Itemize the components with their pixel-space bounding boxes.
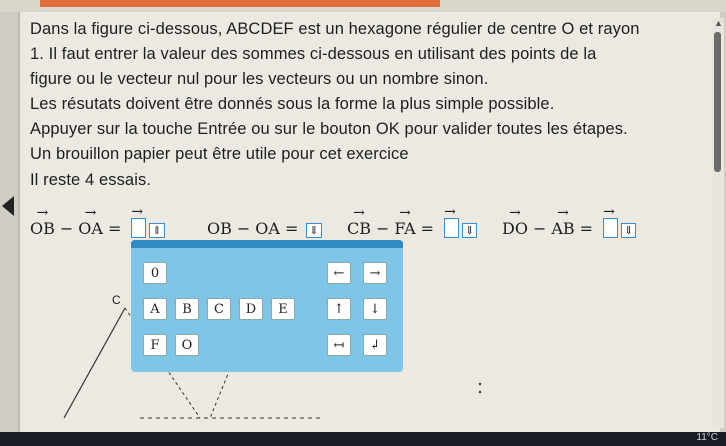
key-d[interactable]: D [239,298,263,320]
point-marker [478,390,482,394]
point-marker [478,382,482,386]
key-b[interactable]: B [175,298,199,320]
vertex-label-c: C [112,293,121,307]
key-f[interactable]: F [143,334,167,356]
virtual-keypad: 0 ← → A B C D E ↑ ↓ F O ↤ ↲ [131,240,403,372]
os-taskbar [0,432,726,446]
key-left[interactable]: ← [327,262,351,284]
key-up[interactable]: ↑ [327,298,351,320]
key-down[interactable]: ↓ [363,298,387,320]
key-a[interactable]: A [143,298,167,320]
hexagon-figure [63,307,482,419]
key-enter[interactable]: ↲ [363,334,387,356]
key-backspace[interactable]: ↤ [327,334,351,356]
hexagon-edge [63,307,126,419]
key-right[interactable]: → [363,262,387,284]
key-c[interactable]: C [207,298,231,320]
keypad-header [131,240,403,248]
key-zero[interactable]: 0 [143,262,167,284]
key-o[interactable]: O [175,334,199,356]
key-e[interactable]: E [271,298,295,320]
weather-temperature: 11°C [696,432,718,443]
